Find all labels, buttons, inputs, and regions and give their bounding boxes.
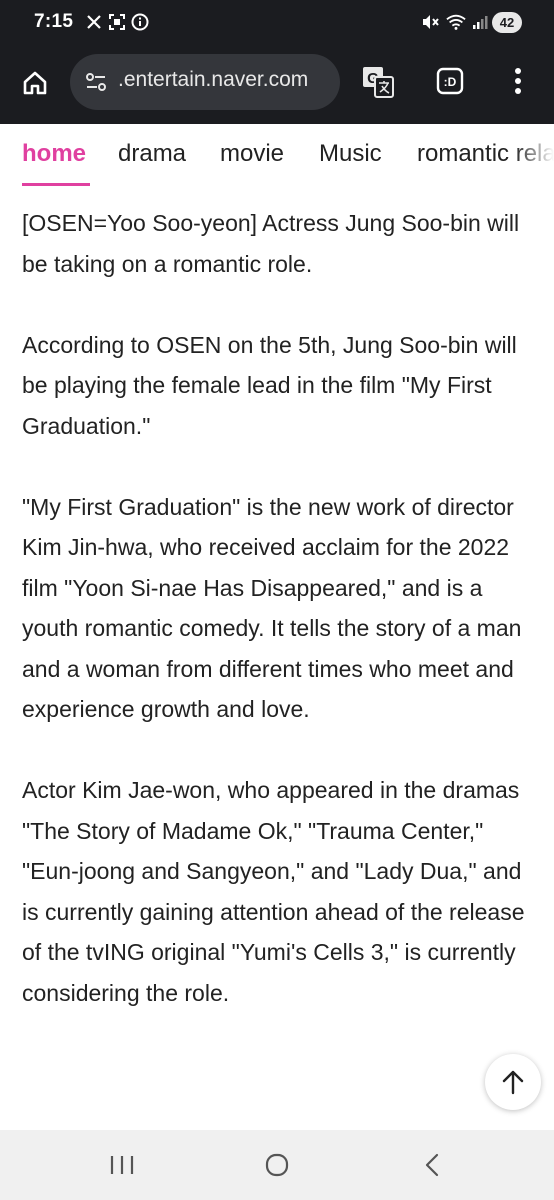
- tab-home[interactable]: home: [22, 140, 86, 168]
- site-settings-icon[interactable]: [82, 68, 110, 96]
- category-tabs: home drama movie Music romantic rela: [0, 124, 554, 186]
- home-circle-icon[interactable]: [257, 1150, 297, 1180]
- recent-apps-icon[interactable]: [102, 1150, 142, 1180]
- scroll-to-top-button[interactable]: [485, 1054, 541, 1110]
- article-body: [OSEN=Yoo Soo-yeon] Actress Jung Soo-bin…: [22, 203, 537, 1054]
- back-icon[interactable]: [412, 1150, 452, 1180]
- x-logo-icon: [84, 12, 104, 32]
- address-bar[interactable]: .entertain.naver.com: [70, 54, 340, 110]
- article-paragraph: According to OSEN on the 5th, Jung Soo-b…: [22, 331, 517, 439]
- article-paragraph: Actor Kim Jae-won, who appeared in the d…: [22, 777, 525, 1006]
- home-icon[interactable]: [14, 62, 56, 104]
- tabs-icon[interactable]: :D: [432, 63, 468, 99]
- status-bar: 7:15 42: [0, 0, 554, 46]
- arrow-up-icon: [502, 1070, 524, 1095]
- article-paragraph: "My First Graduation" is the new work of…: [22, 493, 522, 723]
- tab-drama[interactable]: drama: [118, 140, 186, 168]
- active-tab-indicator: [22, 183, 90, 186]
- menu-icon[interactable]: [506, 63, 530, 99]
- status-time: 7:15: [34, 11, 74, 32]
- navigation-bar: [0, 1130, 554, 1200]
- translate-icon[interactable]: G: [358, 62, 398, 102]
- tab-movie[interactable]: movie: [220, 140, 284, 168]
- signal-icon: [470, 12, 490, 32]
- svg-text::D: :D: [444, 75, 457, 89]
- screenshot-icon: [107, 12, 127, 32]
- mute-icon: [420, 12, 440, 32]
- article-paragraph: [OSEN=Yoo Soo-yeon] Actress Jung Soo-bin…: [22, 210, 520, 277]
- tab-music[interactable]: Music: [319, 140, 382, 168]
- browser-toolbar: .entertain.naver.com G :D: [0, 46, 554, 124]
- wifi-icon: [446, 12, 466, 32]
- tabs-fade: [514, 124, 554, 186]
- info-icon: [130, 12, 150, 32]
- url-text[interactable]: .entertain.naver.com: [118, 68, 308, 92]
- battery-badge: 42: [492, 12, 522, 33]
